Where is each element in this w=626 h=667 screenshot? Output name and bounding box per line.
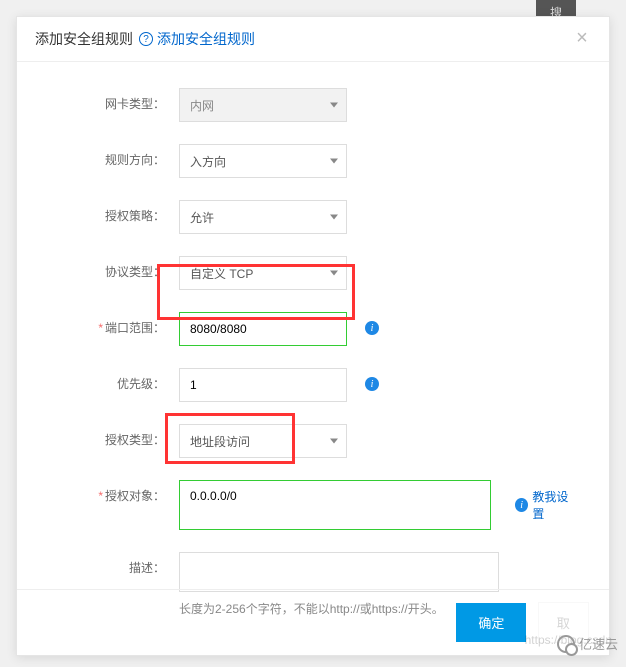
- modal-title: 添加安全组规则: [35, 29, 133, 49]
- input-port-range[interactable]: [179, 312, 347, 346]
- chevron-down-icon: [330, 103, 338, 108]
- ok-button[interactable]: 确定: [456, 603, 526, 642]
- modal-body: 网卡类型： 内网 规则方向： 入方向 授权策略： 允许 协议类型： 自定义 TC…: [17, 62, 609, 641]
- label-auth-policy: 授权策略：: [47, 200, 179, 232]
- label-nic-type: 网卡类型：: [47, 88, 179, 120]
- info-icon: i: [515, 498, 529, 512]
- info-icon[interactable]: i: [365, 377, 379, 391]
- select-protocol-value: 自定义 TCP: [190, 265, 253, 282]
- modal-header: 添加安全组规则 ? 添加安全组规则 ×: [17, 17, 609, 62]
- label-auth-object-text: 授权对象：: [105, 489, 165, 503]
- row-protocol: 协议类型： 自定义 TCP: [47, 256, 579, 290]
- select-auth-policy-value: 允许: [190, 209, 214, 226]
- modal-footer: 确定 取: [17, 589, 609, 655]
- select-protocol[interactable]: 自定义 TCP: [179, 256, 347, 290]
- row-auth-policy: 授权策略： 允许: [47, 200, 579, 234]
- textarea-description[interactable]: [179, 552, 499, 592]
- select-nic-type-value: 内网: [190, 97, 214, 114]
- row-description: 描述：: [47, 552, 579, 592]
- chevron-down-icon: [330, 439, 338, 444]
- info-icon[interactable]: i: [365, 321, 379, 335]
- brand-text: 亿速云: [579, 634, 618, 653]
- input-priority[interactable]: [179, 368, 347, 402]
- select-direction[interactable]: 入方向: [179, 144, 347, 178]
- chevron-down-icon: [330, 159, 338, 164]
- cloud-logo-icon: [557, 635, 575, 653]
- teach-me-link[interactable]: i 教我设置: [515, 488, 579, 522]
- label-port-range-text: 端口范围：: [105, 321, 165, 335]
- select-auth-type-value: 地址段访问: [190, 433, 250, 450]
- label-description: 描述：: [47, 552, 179, 584]
- close-icon[interactable]: ×: [573, 30, 591, 48]
- label-priority: 优先级：: [47, 368, 179, 400]
- question-circle-icon[interactable]: ?: [139, 32, 153, 46]
- row-port-range: *端口范围： i: [47, 312, 579, 346]
- security-group-rule-modal: 添加安全组规则 ? 添加安全组规则 × 网卡类型： 内网 规则方向： 入方向 授…: [16, 16, 610, 656]
- select-nic-type: 内网: [179, 88, 347, 122]
- row-nic-type: 网卡类型： 内网: [47, 88, 579, 122]
- label-auth-object: *授权对象：: [47, 480, 179, 512]
- brand-badge: 亿速云: [557, 634, 618, 653]
- label-protocol: 协议类型：: [47, 256, 179, 288]
- row-auth-type: 授权类型： 地址段访问: [47, 424, 579, 458]
- chevron-down-icon: [330, 271, 338, 276]
- row-auth-object: *授权对象： 0.0.0.0/0 i 教我设置: [47, 480, 579, 530]
- teach-me-text: 教我设置: [532, 488, 579, 522]
- select-auth-policy[interactable]: 允许: [179, 200, 347, 234]
- chevron-down-icon: [330, 215, 338, 220]
- row-priority: 优先级： i: [47, 368, 579, 402]
- textarea-auth-object[interactable]: 0.0.0.0/0: [179, 480, 491, 530]
- select-auth-type[interactable]: 地址段访问: [179, 424, 347, 458]
- label-auth-type: 授权类型：: [47, 424, 179, 456]
- help-link[interactable]: 添加安全组规则: [157, 29, 255, 49]
- select-direction-value: 入方向: [190, 153, 226, 170]
- label-direction: 规则方向：: [47, 144, 179, 176]
- label-port-range: *端口范围：: [47, 312, 179, 344]
- row-direction: 规则方向： 入方向: [47, 144, 579, 178]
